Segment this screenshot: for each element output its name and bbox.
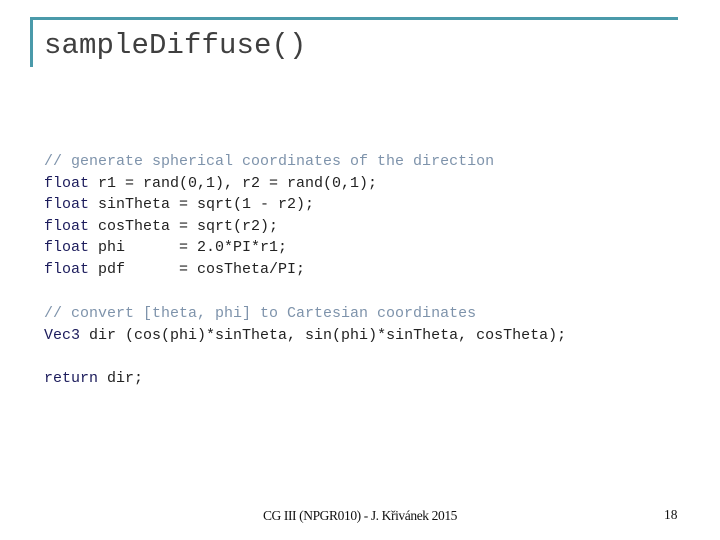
code-token-comment: // generate spherical coordinates of the… bbox=[44, 153, 495, 170]
code-block-return: return dir; bbox=[44, 368, 143, 390]
code-token-keyword: Vec3 bbox=[44, 326, 81, 344]
slide-footer: CG III (NPGR010) - J. Křivánek 2015 bbox=[262, 508, 458, 523]
code-token-plain: dir; bbox=[98, 370, 144, 387]
code-token-keyword: float bbox=[44, 260, 90, 278]
code-token-plain: r1 = rand(0,1), r2 = rand(0,1); bbox=[89, 174, 378, 192]
code-token-plain: phi = 2.0*PI*r1; bbox=[89, 239, 288, 256]
code-line: return dir; bbox=[44, 368, 143, 390]
title-accent-rule-left bbox=[30, 17, 33, 67]
title-accent-rule-top bbox=[30, 17, 678, 20]
code-line: Vec3 dir (cos(phi)*sinTheta, sin(phi)*si… bbox=[44, 325, 566, 347]
code-token-plain: dir (cos(phi)*sinTheta, sin(phi)*sinThet… bbox=[80, 326, 567, 344]
code-token-keyword: return bbox=[44, 370, 99, 387]
code-token-keyword: float bbox=[44, 217, 90, 235]
code-token-plain: pdf = cosTheta/PI; bbox=[89, 260, 306, 278]
code-line: // generate spherical coordinates of the… bbox=[44, 151, 494, 173]
code-token-keyword: float bbox=[44, 196, 90, 213]
code-token-keyword: float bbox=[44, 174, 90, 192]
code-line: // convert [theta, phi] to Cartesian coo… bbox=[44, 303, 566, 325]
code-token-plain: sinTheta = sqrt(1 - r2); bbox=[89, 196, 315, 213]
code-token-comment: // convert [theta, phi] to Cartesian coo… bbox=[44, 305, 477, 322]
code-line: float sinTheta = sqrt(1 - r2); bbox=[44, 194, 494, 216]
code-block-cartesian-convert: // convert [theta, phi] to Cartesian coo… bbox=[44, 303, 566, 346]
code-line: float phi = 2.0*PI*r1; bbox=[44, 237, 494, 259]
code-token-plain: cosTheta = sqrt(r2); bbox=[89, 217, 279, 235]
code-line: float cosTheta = sqrt(r2); bbox=[44, 216, 494, 238]
slide-title: sampleDiffuse() bbox=[44, 29, 307, 62]
code-line: float pdf = cosTheta/PI; bbox=[44, 259, 494, 281]
code-block-spherical-coords: // generate spherical coordinates of the… bbox=[44, 151, 494, 280]
page-number: 18 bbox=[664, 507, 678, 522]
code-line: float r1 = rand(0,1), r2 = rand(0,1); bbox=[44, 173, 494, 195]
code-token-keyword: float bbox=[44, 239, 90, 256]
